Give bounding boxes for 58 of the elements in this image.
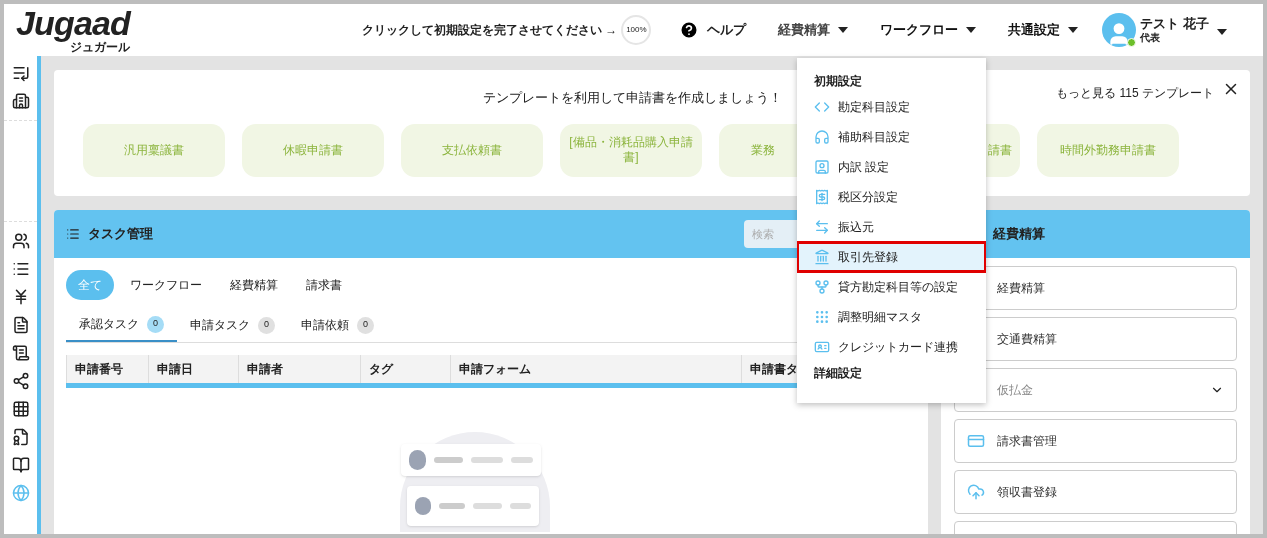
- task-tab[interactable]: 承認タスク 0: [66, 308, 177, 342]
- more-templates-link[interactable]: もっと見る 115 テンプレート: [1056, 84, 1214, 102]
- caret-icon: [838, 27, 849, 33]
- menu-card[interactable]: 領収書登録: [954, 470, 1237, 514]
- template-heading: テンプレートを利用して申請書を作成しましょう！: [482, 89, 783, 107]
- help-icon: [679, 20, 700, 40]
- user-name: テスト 花子: [1140, 15, 1209, 32]
- logo: Jugaad: [16, 6, 130, 40]
- count-badge: 0: [258, 316, 275, 334]
- task-title: タスク管理: [88, 225, 153, 244]
- column-header: 申請フォーム: [450, 355, 741, 383]
- list-icon: [66, 227, 80, 241]
- arrows-icon: [814, 219, 830, 235]
- nav-menu[interactable]: 共通設定: [1008, 20, 1079, 40]
- user-list-icon: [814, 159, 830, 175]
- book-icon[interactable]: [11, 456, 30, 474]
- fork-icon: [814, 279, 830, 295]
- bank-icon: [814, 249, 830, 265]
- collapse-icon[interactable]: [11, 64, 30, 82]
- column-header: 申請者: [238, 355, 360, 383]
- users-icon[interactable]: [11, 232, 30, 250]
- table-icon[interactable]: [11, 400, 30, 418]
- expense-title: 経費精算: [993, 225, 1045, 244]
- help-link[interactable]: ヘルプ: [707, 20, 747, 40]
- id-card-icon: [814, 339, 830, 355]
- count-badge: 0: [357, 316, 374, 334]
- logo-subtitle: ジュガール: [69, 40, 130, 54]
- caret-icon: [1217, 29, 1227, 35]
- grid-icon: [814, 309, 830, 325]
- list-icon[interactable]: [11, 260, 30, 278]
- count-badge: 0: [147, 315, 164, 333]
- user-role: 代表: [1140, 31, 1162, 45]
- column-header: 申請日: [148, 355, 238, 383]
- filter-tab[interactable]: 請求書: [294, 270, 354, 300]
- setup-prompt[interactable]: クリックして初期設定を完了させてください →: [362, 21, 618, 39]
- cloud-upload-icon: [967, 483, 985, 501]
- menu-item[interactable]: 勘定科目設定: [799, 94, 984, 120]
- menu-card[interactable]: 請求書管理: [954, 419, 1237, 463]
- nav-menu[interactable]: 経費精算: [778, 20, 849, 40]
- column-header: タグ: [360, 355, 450, 383]
- menu-item[interactable]: 税区分設定: [799, 184, 984, 210]
- filter-tab[interactable]: 経費精算: [218, 270, 290, 300]
- card-icon: [967, 432, 985, 450]
- task-tab[interactable]: 申請タスク 0: [177, 308, 288, 342]
- menu-item[interactable]: 振込元: [799, 214, 984, 240]
- caret-icon: [966, 27, 977, 33]
- document-icon[interactable]: [11, 316, 30, 334]
- task-tab[interactable]: 申請依頼 0: [288, 308, 387, 342]
- share-icon[interactable]: [11, 372, 30, 390]
- code-icon: [814, 99, 830, 115]
- caret-icon: [1068, 27, 1079, 33]
- column-header: 申請番号: [66, 355, 148, 383]
- building-icon[interactable]: [11, 92, 30, 110]
- filter-tab[interactable]: ワークフロー: [118, 270, 214, 300]
- menu-item[interactable]: 取引先登録: [799, 244, 984, 270]
- nav-menu[interactable]: ワークフロー: [880, 20, 977, 40]
- headset-icon: [814, 129, 830, 145]
- menu-heading: 初期設定: [813, 73, 863, 90]
